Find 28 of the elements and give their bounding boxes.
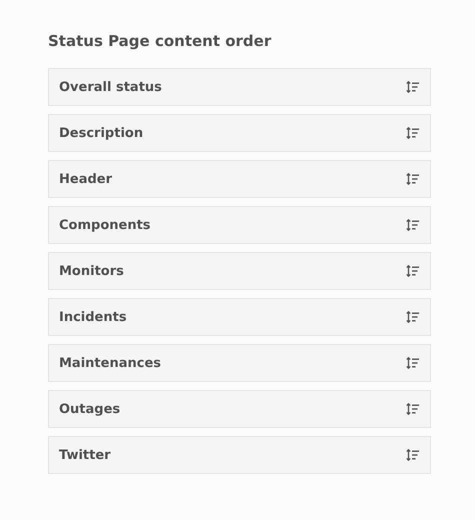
sortable-item[interactable]: Description (48, 114, 431, 152)
item-label: Header (59, 172, 112, 186)
sortable-item[interactable]: Header (48, 160, 431, 198)
sortable-item[interactable]: Overall status (48, 68, 431, 106)
sort-handle-icon[interactable] (406, 173, 419, 185)
sort-handle-icon[interactable] (406, 357, 419, 369)
sort-handle-icon[interactable] (406, 127, 419, 139)
sort-handle-icon[interactable] (406, 265, 419, 277)
sort-handle-icon[interactable] (406, 81, 419, 93)
sort-handle-icon[interactable] (406, 449, 419, 461)
sort-handle-icon[interactable] (406, 311, 419, 323)
item-label: Components (59, 218, 151, 232)
sort-handle-icon[interactable] (406, 403, 419, 415)
item-label: Monitors (59, 264, 124, 278)
sortable-item[interactable]: Twitter (48, 436, 431, 474)
item-label: Overall status (59, 80, 162, 94)
section-title: Status Page content order (48, 31, 272, 51)
item-label: Twitter (59, 448, 111, 462)
item-label: Maintenances (59, 356, 161, 370)
item-label: Incidents (59, 310, 127, 324)
sort-handle-icon[interactable] (406, 219, 419, 231)
sortable-item[interactable]: Monitors (48, 252, 431, 290)
item-label: Description (59, 126, 144, 140)
sortable-item[interactable]: Outages (48, 390, 431, 428)
sortable-item[interactable]: Components (48, 206, 431, 244)
sortable-item[interactable]: Maintenances (48, 344, 431, 382)
item-label: Outages (59, 402, 120, 416)
sortable-item[interactable]: Incidents (48, 298, 431, 336)
